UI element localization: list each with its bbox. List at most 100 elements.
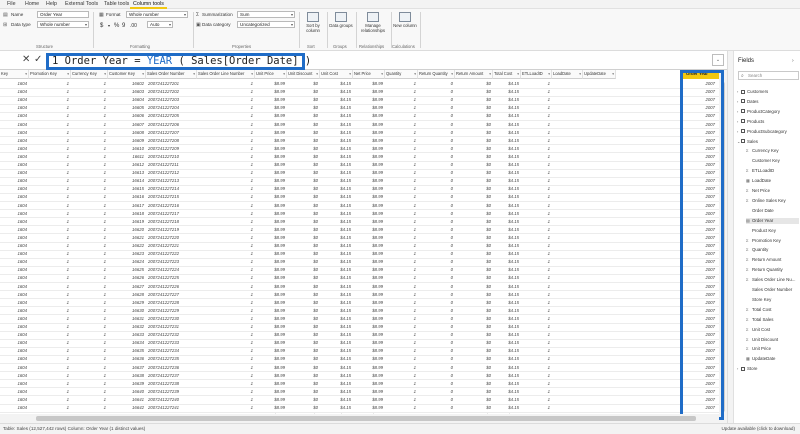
data-groups-button[interactable]: Data groups (328, 12, 354, 42)
update-available-link[interactable]: Update available (click to download) (721, 426, 795, 431)
column-header-etlloadid[interactable]: ETLLoadID ▾ (521, 70, 552, 79)
field-item[interactable]: ▦ UpdateDate (746, 356, 799, 362)
field-table-productsubcategory[interactable]: › ProductSubcategory (737, 129, 799, 135)
cell-sales-order-line-number: 1 (250, 332, 253, 338)
column-header-unit-price[interactable]: Unit Price ▾ (255, 70, 287, 79)
column-filter-chevron-icon[interactable]: ▾ (517, 70, 519, 78)
column-filter-chevron-icon[interactable]: ▾ (283, 70, 285, 78)
sort-by-column-button[interactable]: Sort by column (300, 12, 326, 42)
data-grid[interactable]: Key ▾ Promotion Key ▾ Currency Key ▾ Customer … (0, 70, 727, 423)
comma-button[interactable]: 9 (122, 23, 125, 29)
field-item[interactable]: Σ Sales Order Line Nu... (746, 277, 799, 283)
cell-promotion-key: 1 (66, 259, 69, 265)
column-filter-chevron-icon[interactable]: ▾ (316, 70, 318, 78)
column-filter-chevron-icon[interactable]: ▾ (489, 70, 491, 78)
field-item[interactable]: Σ Online Sales Key (746, 198, 799, 204)
field-item[interactable]: ▤ Order Year (746, 217, 799, 224)
field-item[interactable]: ▦ LoadDate (746, 178, 799, 184)
horizontal-scrollbar[interactable] (0, 414, 719, 423)
column-filter-chevron-icon[interactable]: ▾ (451, 70, 453, 78)
column-header-key[interactable]: Key ▾ (0, 70, 29, 79)
field-table-productcategory[interactable]: › ProductCategory (737, 109, 799, 115)
chevron-right-icon[interactable]: › (792, 58, 794, 64)
category-select[interactable]: Uncategorized ▾ (237, 21, 295, 28)
menu-tab-help[interactable]: Help (43, 1, 60, 9)
field-item[interactable]: Store Key (746, 297, 799, 303)
column-header-customer-key[interactable]: Customer Key ▾ (108, 70, 146, 79)
column-header-unit-discount[interactable]: Unit Discount ▾ (287, 70, 320, 79)
field-item[interactable]: Σ Promotion Key (746, 238, 799, 244)
column-header-loaddate[interactable]: LoadDate ▾ (552, 70, 583, 79)
field-table-products[interactable]: › Products (737, 119, 799, 125)
menu-tab-column-tools[interactable]: Column tools (130, 1, 167, 9)
name-input[interactable]: Order Year (37, 11, 89, 18)
cell-return-quantity: 0 (450, 259, 453, 265)
column-header-return-quantity[interactable]: Return Quantity ▾ (418, 70, 455, 79)
cell-sales-order-number: 2007241227238 (148, 380, 180, 386)
commit-formula-icon[interactable]: ✓ (34, 55, 42, 65)
field-item[interactable]: Σ Return Quantity (746, 267, 799, 273)
fields-search-input[interactable]: ⌕ Search (738, 71, 799, 80)
chevron-down-icon[interactable]: ▾ (108, 23, 110, 28)
field-item[interactable]: Σ Unit Price (746, 346, 799, 352)
column-filter-chevron-icon[interactable]: ▾ (25, 70, 27, 78)
field-item[interactable]: Σ Unit Cost (746, 327, 799, 333)
column-header-sales-order-line-number[interactable]: Sales Order Line Number ▾ (197, 70, 255, 79)
percent-button[interactable]: % (114, 23, 119, 29)
column-filter-chevron-icon[interactable]: ▾ (193, 70, 195, 78)
field-item[interactable]: Σ Quantity (746, 247, 799, 253)
field-table-sales[interactable]: ⌄ Sales (737, 139, 799, 145)
menu-tab-home[interactable]: Home (22, 1, 42, 9)
formula-input[interactable]: 1 Order Year = YEAR ( Sales[Order Date] … (46, 53, 311, 70)
column-filter-chevron-icon[interactable]: ▾ (142, 70, 144, 78)
menu-tab-external-tools[interactable]: External Tools (62, 1, 101, 9)
column-filter-chevron-icon[interactable]: ▾ (104, 70, 106, 78)
menu-tab-file[interactable]: File (4, 1, 19, 9)
datatype-select[interactable]: Whole number ▾ (37, 21, 89, 28)
cancel-formula-icon[interactable]: ✕ (22, 55, 30, 65)
column-header-net-price[interactable]: Net Price ▾ (353, 70, 385, 79)
column-filter-chevron-icon[interactable]: ▾ (579, 70, 581, 78)
field-item[interactable]: Customer Key (746, 158, 799, 164)
field-table-customers[interactable]: › Customers (737, 89, 799, 95)
summarization-select[interactable]: Sum ▾ (237, 11, 295, 18)
column-header-quantity[interactable]: Quantity ▾ (385, 70, 418, 79)
field-item[interactable]: Σ Currency Key (746, 148, 799, 154)
field-table-store[interactable]: › Store (737, 366, 799, 372)
format-select[interactable]: Whole number ▾ (126, 11, 188, 18)
field-item[interactable]: Σ Unit Discount (746, 337, 799, 343)
scrollbar-thumb[interactable] (36, 416, 696, 421)
field-item[interactable]: Σ Return Amount (746, 257, 799, 263)
column-header-return-amount[interactable]: Return Amount ▾ (455, 70, 493, 79)
column-filter-chevron-icon[interactable]: ▾ (349, 70, 351, 78)
column-header-promotion-key[interactable]: Promotion Key ▾ (29, 70, 71, 79)
manage-relationships-button[interactable]: Manage relationships (357, 12, 389, 42)
column-header-sales-order-number[interactable]: Sales Order Number ▾ (146, 70, 197, 79)
column-header-currency-key[interactable]: Currency Key ▾ (71, 70, 108, 79)
field-item[interactable]: Σ Total Sales (746, 317, 799, 323)
column-filter-chevron-icon[interactable]: ▾ (414, 70, 416, 78)
column-filter-chevron-icon[interactable]: ▾ (251, 70, 253, 78)
expand-formula-icon[interactable]: ⌄ (712, 54, 724, 66)
field-item[interactable]: Sales Order Number (746, 287, 799, 293)
column-filter-chevron-icon[interactable]: ▾ (548, 70, 550, 78)
field-item[interactable]: Product Key (746, 228, 799, 234)
cell-unit-price: $8.99 (274, 121, 285, 127)
decimal-button[interactable]: .00 (130, 23, 137, 29)
column-filter-chevron-icon[interactable]: ▾ (612, 70, 614, 78)
column-filter-chevron-icon[interactable]: ▾ (381, 70, 383, 78)
column-filter-chevron-icon[interactable]: ▾ (67, 70, 69, 78)
menu-tab-table-tools[interactable]: Table tools (101, 1, 132, 9)
field-table-dates[interactable]: › Dates (737, 99, 799, 105)
field-item[interactable]: Σ Net Price (746, 188, 799, 194)
field-item[interactable]: Σ Total Cost (746, 307, 799, 313)
field-item[interactable]: Σ ETLLoadID (746, 168, 799, 174)
cell-unit-discount: $0 (313, 372, 318, 378)
column-header-unit-cost[interactable]: Unit Cost ▾ (320, 70, 353, 79)
decimal-places-input[interactable]: Auto ▾ (147, 21, 173, 28)
column-header-updatedate[interactable]: UpdateDate ▾ (583, 70, 616, 79)
column-header-total-cost[interactable]: Total Cost ▾ (493, 70, 521, 79)
new-column-button[interactable]: New column (392, 12, 418, 42)
currency-button[interactable]: $ (100, 23, 103, 29)
field-item[interactable]: Order Date (746, 208, 799, 214)
